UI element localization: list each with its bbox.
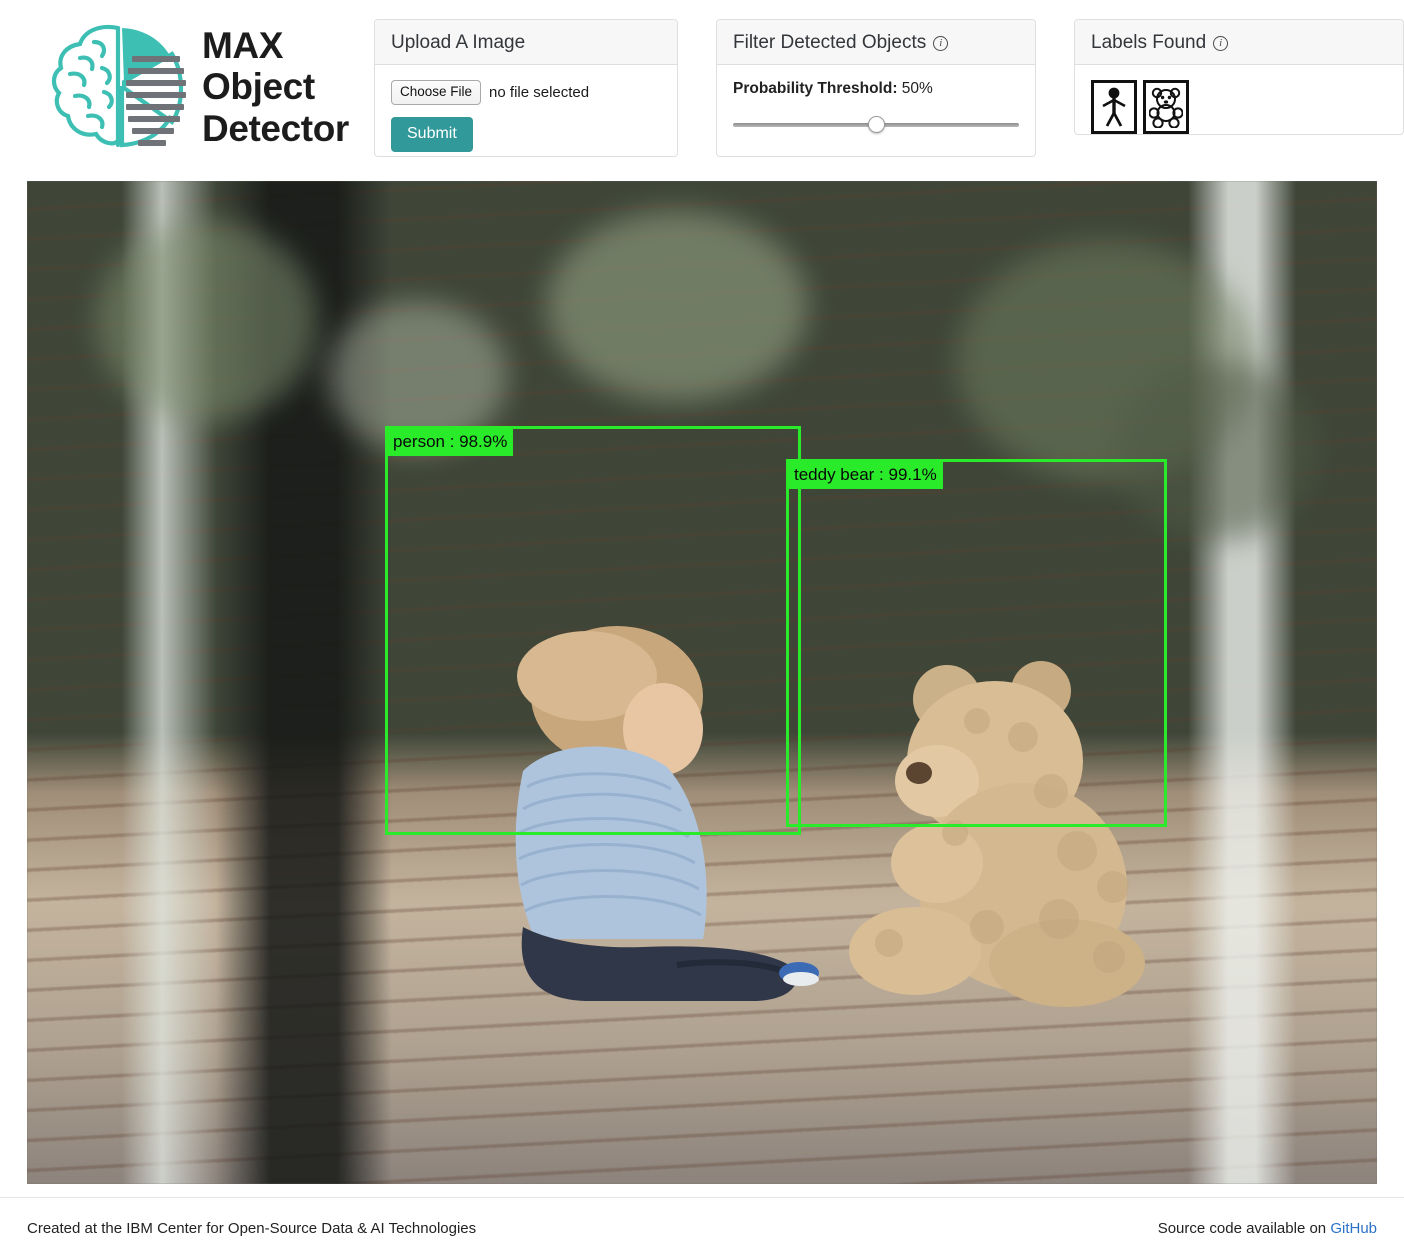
upload-panel: Upload A Image Choose File no file selec… [374, 19, 678, 157]
label-chip-person[interactable] [1091, 80, 1137, 134]
page-footer: Created at the IBM Center for Open-Sourc… [0, 1197, 1404, 1259]
bounding-box-teddy-bear: teddy bear : 99.1% [786, 459, 1167, 827]
submit-button[interactable]: Submit [391, 116, 473, 152]
threshold-label: Probability Threshold: [733, 80, 898, 97]
photo-blur-blob [547, 211, 807, 401]
github-link[interactable]: GitHub [1330, 1220, 1377, 1237]
brand-title-line2: Object [202, 66, 315, 108]
info-circle-icon[interactable]: i [933, 36, 949, 51]
bounding-box-person: person : 98.9% [385, 426, 801, 835]
bounding-box-label: teddy bear : 99.1% [788, 461, 943, 489]
footer-credit: Created at the IBM Center for Open-Sourc… [27, 1220, 477, 1237]
photo-blur-blob [97, 221, 317, 421]
label-chip-row [1091, 80, 1387, 134]
brand-title: MAX Object Detector [202, 25, 349, 149]
threshold-slider[interactable] [733, 116, 1019, 134]
slider-thumb[interactable] [868, 116, 885, 133]
choose-file-button[interactable]: Choose File [391, 80, 482, 105]
threshold-value: 50% [901, 80, 933, 97]
filter-panel: Filter Detected Objects i Probability Th… [716, 19, 1036, 157]
file-status-label: no file selected [489, 83, 590, 101]
upload-panel-title: Upload A Image [375, 20, 677, 65]
upload-panel-body: Choose File no file selected Submit [375, 65, 677, 168]
labels-panel: Labels Found i [1074, 19, 1404, 135]
label-chip-teddy-bear[interactable] [1143, 80, 1189, 134]
threshold-readout: Probability Threshold: 50% [733, 80, 1019, 98]
labels-panel-title: Labels Found [1091, 32, 1207, 53]
person-pictogram-icon [1099, 86, 1129, 128]
file-input-row[interactable]: Choose File no file selected [391, 80, 661, 105]
brand-title-line3: Detector [202, 107, 349, 149]
footer-source-prefix: Source code available on [1157, 1220, 1327, 1237]
header-bar: MAX Object Detector Upload A Image Choos… [0, 0, 1404, 172]
bounding-box-label: person : 98.9% [387, 428, 514, 456]
brand-title-line1: MAX [202, 24, 284, 66]
teddy-bear-pictogram-icon [1149, 86, 1183, 128]
brand-logo: MAX Object Detector [14, 8, 374, 162]
detection-result-image: person : 98.9% teddy bear : 99.1% [27, 181, 1377, 1184]
labels-panel-header: Labels Found i [1075, 20, 1403, 65]
filter-panel-header: Filter Detected Objects i [717, 20, 1035, 65]
info-circle-icon[interactable]: i [1213, 36, 1229, 51]
labels-panel-body [1075, 65, 1403, 150]
filter-panel-title: Filter Detected Objects [733, 32, 927, 53]
footer-source: Source code available on GitHub [1158, 1220, 1377, 1237]
filter-panel-body: Probability Threshold: 50% [717, 65, 1035, 150]
brain-half-circle-logo-icon [44, 12, 194, 162]
